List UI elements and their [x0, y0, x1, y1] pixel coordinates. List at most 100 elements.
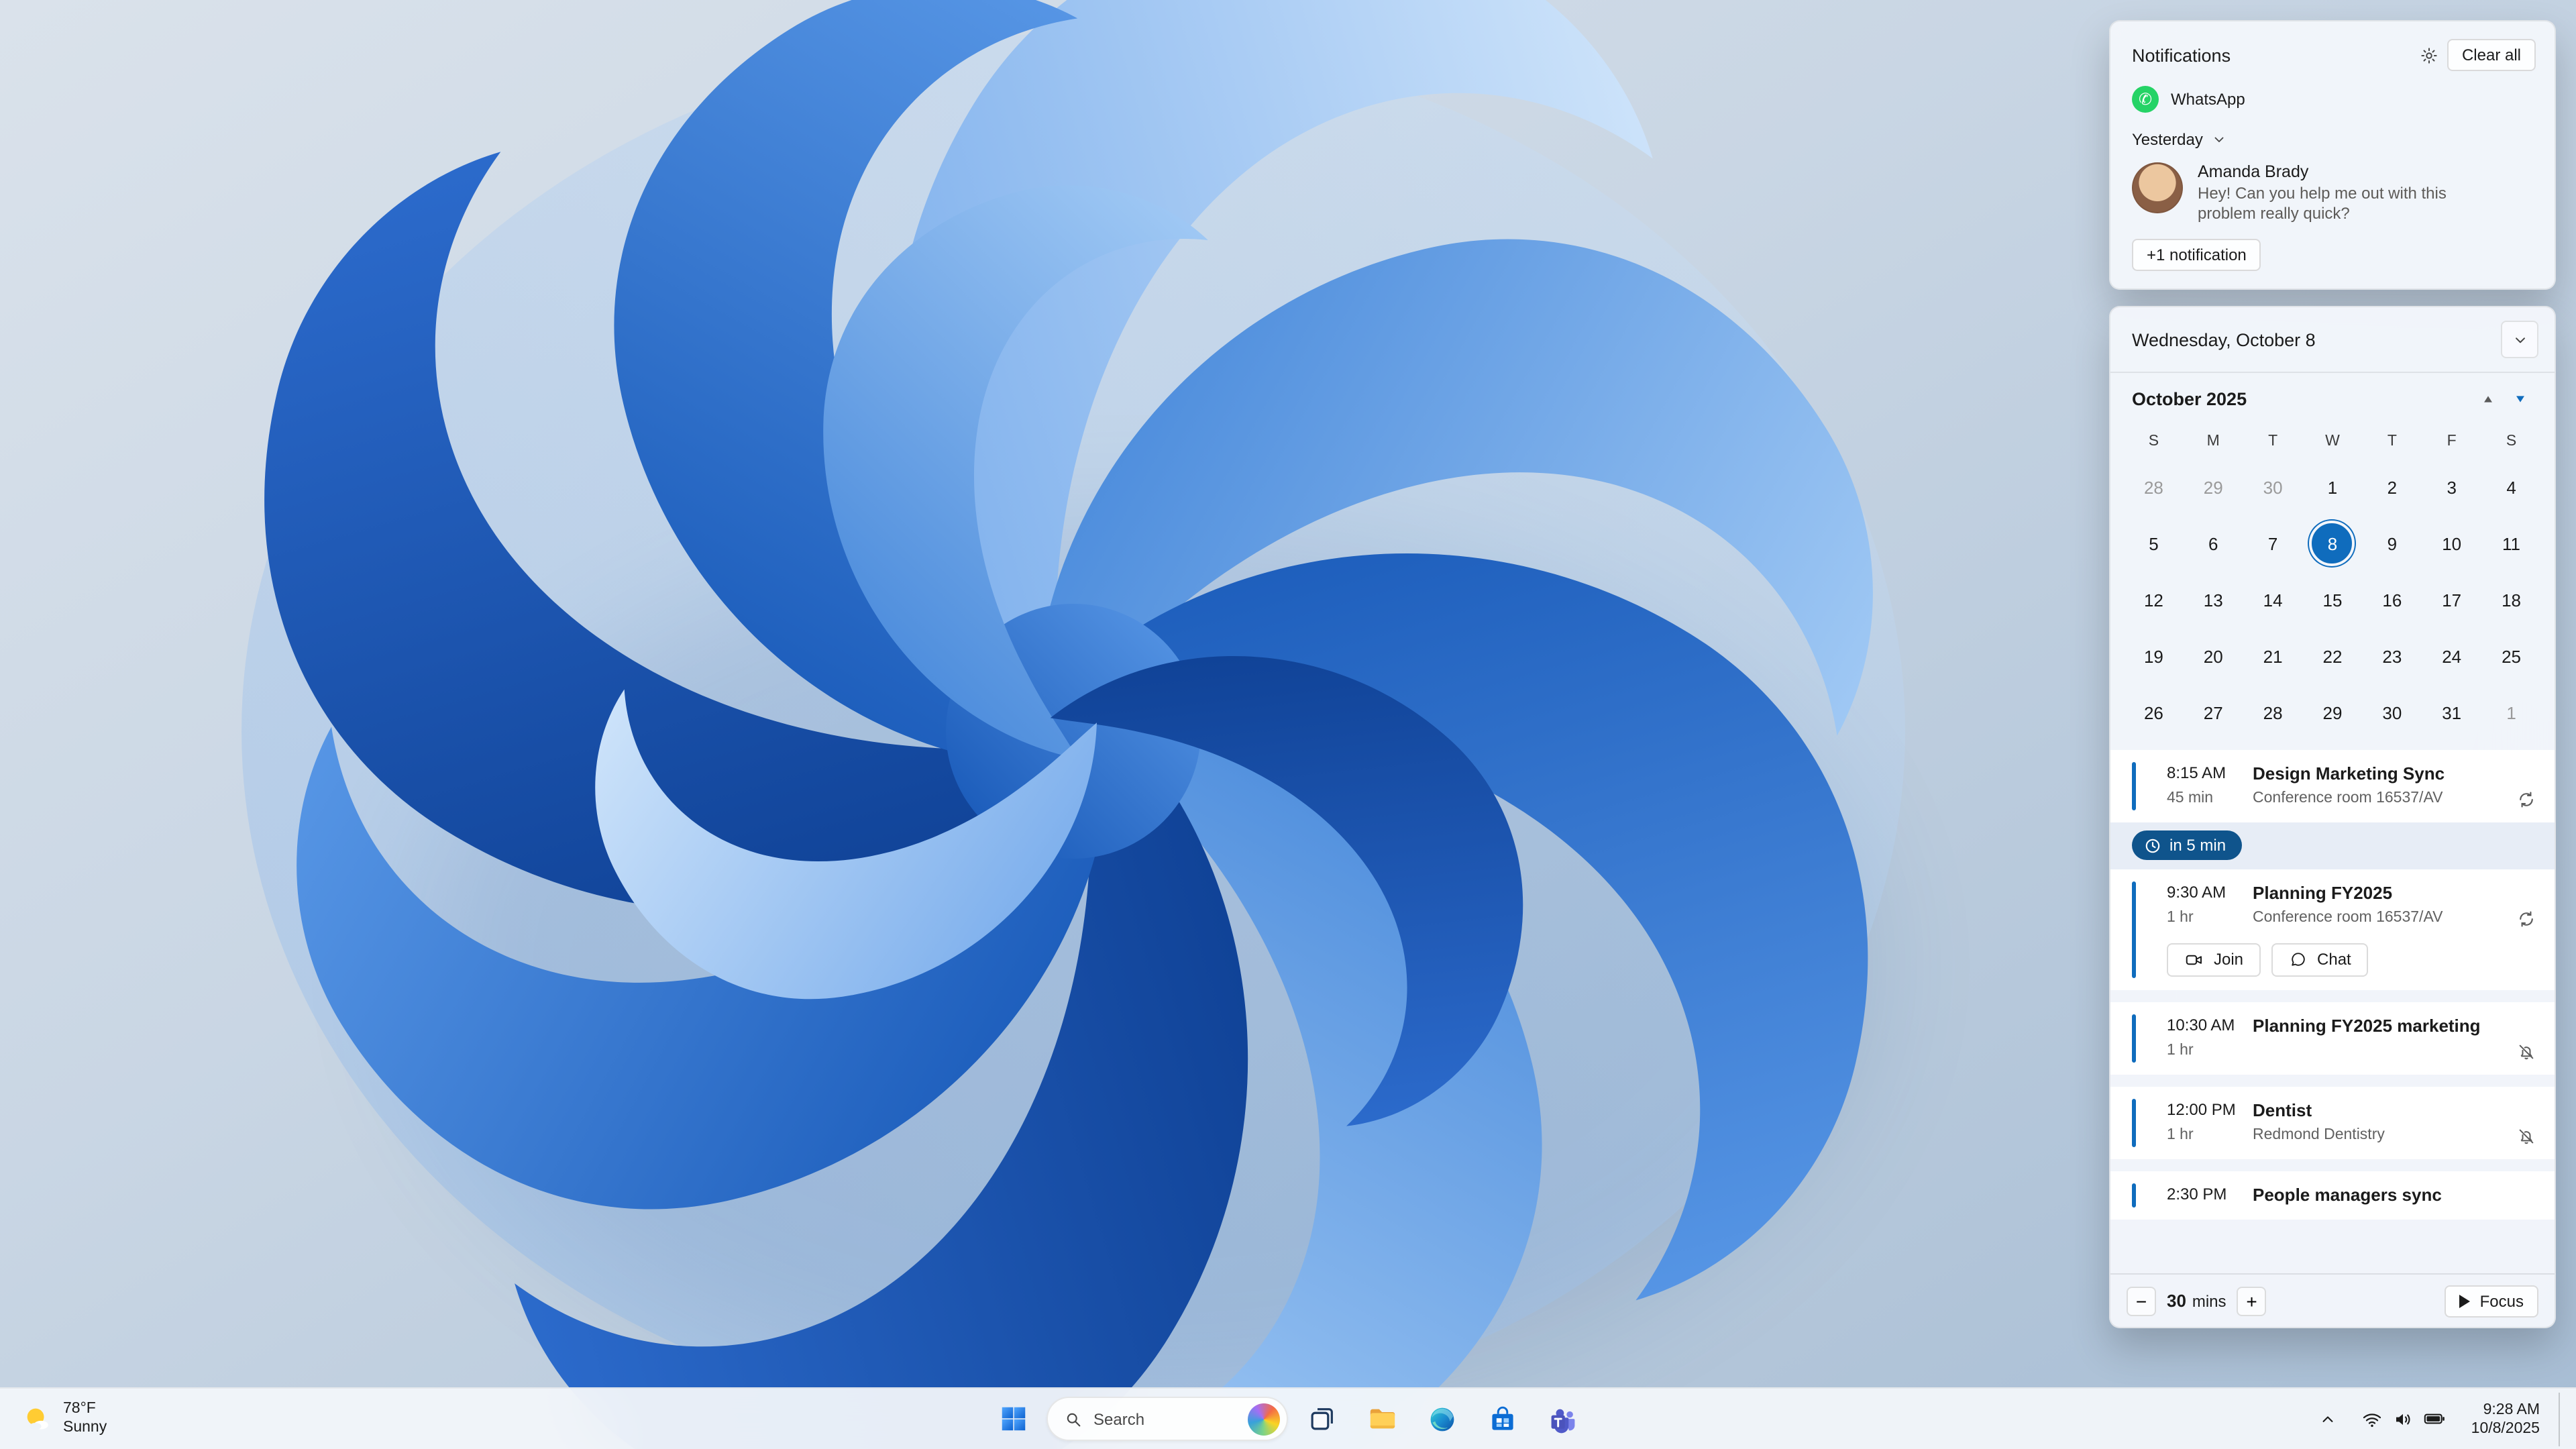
agenda-group: 2:30 PM People managers sync — [2110, 1171, 2555, 1219]
calendar-day[interactable]: 3 — [2422, 459, 2481, 515]
calendar-day[interactable]: 1 — [2481, 684, 2541, 741]
weather-condition: Sunny — [63, 1419, 107, 1435]
start-button[interactable] — [986, 1392, 1040, 1446]
task-view-button[interactable] — [1295, 1392, 1348, 1446]
folder-icon — [1369, 1409, 1395, 1429]
event-duration: 45 min — [2167, 790, 2214, 806]
chevron-down-icon — [2214, 137, 2224, 142]
calendar-day[interactable]: 29 — [2303, 684, 2363, 741]
calendar-day[interactable]: 22 — [2303, 628, 2363, 684]
calendar-day[interactable]: 28 — [2124, 459, 2184, 515]
notification-settings-icon[interactable] — [2412, 38, 2447, 72]
clock-button[interactable]: 9:28 AM 10/8/2025 — [2461, 1395, 2551, 1443]
teams-button[interactable] — [1536, 1392, 1590, 1446]
calendar-day[interactable]: 29 — [2184, 459, 2243, 515]
weather-temperature: 78°F — [63, 1401, 96, 1417]
show-desktop-button[interactable] — [2559, 1392, 2565, 1446]
calendar-day[interactable]: 30 — [2362, 684, 2422, 741]
event-item[interactable]: 9:30 AM Planning FY2025 1 hr Conference … — [2110, 869, 2555, 989]
previous-month-button[interactable] — [2471, 382, 2504, 415]
weather-widget[interactable]: 78°F Sunny — [8, 1393, 120, 1445]
calendar-day[interactable]: 6 — [2184, 515, 2243, 572]
calendar-day: 8 — [2303, 515, 2363, 572]
join-label: Join — [2214, 950, 2244, 969]
next-month-button[interactable] — [2504, 382, 2536, 415]
play-icon — [2459, 1294, 2471, 1307]
calendar-day[interactable]: 17 — [2422, 572, 2481, 628]
tray-expand-button[interactable] — [2309, 1392, 2347, 1446]
chevron-up-icon — [2322, 1415, 2333, 1421]
more-notifications-button[interactable]: +1 notification — [2132, 239, 2261, 271]
calendar-day[interactable]: 15 — [2303, 572, 2363, 628]
focus-button[interactable]: Focus — [2445, 1285, 2538, 1317]
video-camera-icon — [2186, 954, 2202, 965]
event-title: Design Marketing Sync — [2253, 763, 2445, 784]
calendar-day[interactable]: 19 — [2124, 628, 2184, 684]
chevron-down-icon — [2515, 337, 2524, 343]
calendar-day[interactable]: 25 — [2481, 628, 2541, 684]
calendar-day[interactable]: 21 — [2243, 628, 2303, 684]
search-icon — [1067, 1412, 1081, 1426]
calendar-day[interactable]: 16 — [2362, 572, 2422, 628]
notification-app-name: WhatsApp — [2171, 90, 2245, 109]
file-explorer-button[interactable] — [1355, 1392, 1409, 1446]
event-title: Dentist — [2253, 1099, 2312, 1120]
calendar-day-selected[interactable]: 8 — [2309, 521, 2355, 566]
calendar-day[interactable]: 10 — [2422, 515, 2481, 572]
calendar-day[interactable]: 12 — [2124, 572, 2184, 628]
calendar-date-label: Wednesday, October 8 — [2132, 329, 2316, 350]
teams-icon — [1551, 1408, 1575, 1433]
network-volume-battery-button[interactable] — [2349, 1392, 2458, 1446]
search-highlights-icon — [1248, 1403, 1280, 1435]
calendar-dow: F — [2447, 433, 2457, 449]
desktop: Notifications Clear all ✆ WhatsApp Yeste… — [0, 0, 2576, 1449]
search-box[interactable]: Search — [1046, 1397, 1288, 1441]
event-accent-bar — [2132, 881, 2136, 977]
event-item[interactable]: 2:30 PM People managers sync — [2110, 1171, 2555, 1219]
focus-label: Focus — [2479, 1291, 2524, 1310]
event-item[interactable]: 10:30 AM Planning FY2025 marketing 1 hr — [2110, 1002, 2555, 1074]
calendar-day[interactable]: 9 — [2362, 515, 2422, 572]
calendar-day[interactable]: 1 — [2303, 459, 2363, 515]
calendar-day[interactable]: 27 — [2184, 684, 2243, 741]
collapse-calendar-button[interactable] — [2501, 321, 2538, 358]
calendar-day[interactable]: 28 — [2243, 684, 2303, 741]
calendar-day[interactable]: 23 — [2362, 628, 2422, 684]
calendar-day[interactable]: 18 — [2481, 572, 2541, 628]
avatar — [2132, 162, 2183, 213]
join-button[interactable]: Join — [2167, 943, 2261, 976]
decrease-duration-button[interactable]: − — [2127, 1286, 2156, 1316]
calendar-day[interactable]: 31 — [2422, 684, 2481, 741]
quick-settings-panel: Notifications Clear all ✆ WhatsApp Yeste… — [2109, 20, 2556, 1328]
notification-group-whatsapp[interactable]: ✆ WhatsApp — [2110, 83, 2555, 122]
chat-button[interactable]: Chat — [2271, 943, 2369, 976]
increase-duration-button[interactable]: + — [2237, 1286, 2267, 1316]
calendar-dow: S — [2506, 433, 2517, 449]
countdown-row: in 5 min — [2110, 822, 2555, 869]
calendar-day[interactable]: 5 — [2124, 515, 2184, 572]
focus-duration-unit: mins — [2192, 1291, 2226, 1310]
repeat-icon — [2509, 909, 2536, 928]
notification-section-yesterday[interactable]: Yesterday — [2110, 122, 2555, 154]
calendar-dow: W — [2325, 433, 2340, 449]
clear-all-button[interactable]: Clear all — [2447, 39, 2536, 71]
calendar-day[interactable]: 11 — [2481, 515, 2541, 572]
calendar-day[interactable]: 20 — [2184, 628, 2243, 684]
calendar-day[interactable]: 30 — [2243, 459, 2303, 515]
calendar-day[interactable]: 7 — [2243, 515, 2303, 572]
calendar-day[interactable]: 4 — [2481, 459, 2541, 515]
calendar-day[interactable]: 24 — [2422, 628, 2481, 684]
notifications-header: Notifications Clear all — [2110, 21, 2555, 83]
edge-button[interactable] — [1415, 1392, 1469, 1446]
event-item[interactable]: 12:00 PM Dentist 1 hr Redmond Dentistry — [2110, 1086, 2555, 1159]
event-item[interactable]: 8:15 AM Design Marketing Sync 45 min Con… — [2110, 750, 2555, 822]
calendar-month-label: October 2025 — [2132, 388, 2247, 409]
calendar-day[interactable]: 26 — [2124, 684, 2184, 741]
calendar-day[interactable]: 13 — [2184, 572, 2243, 628]
calendar-day[interactable]: 2 — [2362, 459, 2422, 515]
chat-label: Chat — [2317, 950, 2351, 969]
calendar-day[interactable]: 14 — [2243, 572, 2303, 628]
store-button[interactable] — [1476, 1392, 1529, 1446]
event-time: 2:30 PM — [2167, 1184, 2227, 1203]
notification-item[interactable]: Amanda Brady Hey! Can you help me out wi… — [2110, 154, 2555, 227]
